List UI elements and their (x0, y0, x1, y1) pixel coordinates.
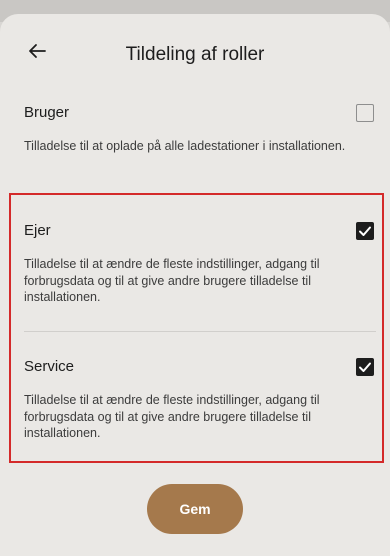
role-name: Service (24, 358, 75, 375)
role-item-ejer: Ejer Tilladelse til at ændre de fleste i… (24, 222, 376, 322)
role-name: Bruger (24, 104, 70, 121)
page-title: Tildeling af roller (125, 44, 265, 65)
role-checkbox-service[interactable] (356, 358, 374, 376)
header: Tildeling af roller (0, 14, 390, 84)
role-checkbox-bruger[interactable] (356, 104, 374, 122)
role-item-service: Service Tilladelse til at ændre de flest… (24, 358, 376, 458)
role-description: Tilladelse til at ændre de fleste indsti… (24, 257, 320, 304)
role-name: Ejer (24, 222, 51, 239)
role-description: Tilladelse til at oplade på alle ladesta… (24, 139, 346, 153)
divider (24, 331, 376, 332)
role-checkbox-ejer[interactable] (356, 222, 374, 240)
role-description: Tilladelse til at ændre de fleste indsti… (24, 393, 320, 440)
checkmark-icon (359, 362, 371, 372)
save-button[interactable]: Gem (147, 484, 243, 534)
checkmark-icon (359, 226, 371, 236)
role-item-bruger: Bruger Tilladelse til at oplade på alle … (24, 104, 376, 184)
